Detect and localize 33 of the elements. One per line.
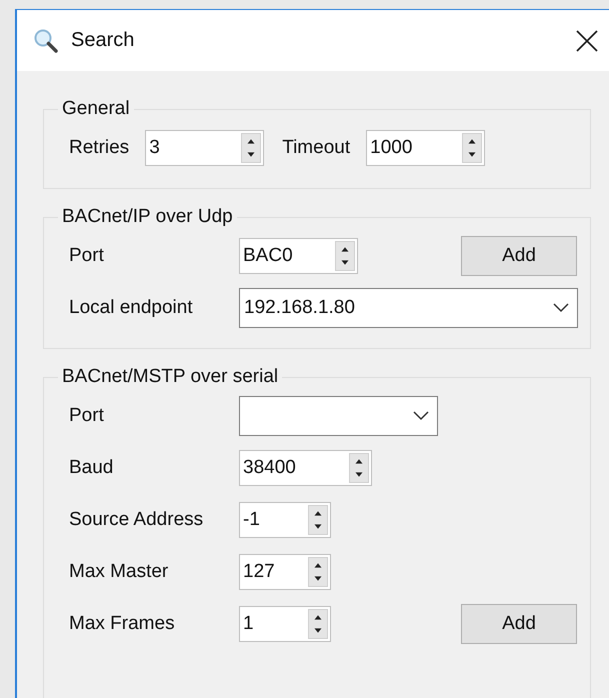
chevron-down-icon xyxy=(413,411,429,421)
field-label: Port xyxy=(69,405,105,427)
spin-arrows-icon[interactable] xyxy=(308,557,328,587)
dropdown[interactable] xyxy=(239,396,438,436)
number-spinner[interactable]: BAC0 xyxy=(239,238,358,274)
number-spinner[interactable]: 3 xyxy=(145,130,264,166)
number-spinner[interactable]: 38400 xyxy=(239,450,372,486)
number-spinner[interactable]: 127 xyxy=(239,554,331,590)
spin-arrows-icon[interactable] xyxy=(462,133,482,163)
field-label: Timeout xyxy=(282,137,350,159)
number-spinner[interactable]: 1000 xyxy=(366,130,486,166)
field-label: Max Master xyxy=(69,561,170,583)
spin-arrows-icon[interactable] xyxy=(335,241,355,271)
group-title: BACnet/IP over Udp xyxy=(58,206,237,228)
add-button[interactable]: Add xyxy=(461,604,577,644)
spin-arrows-icon[interactable] xyxy=(308,505,328,535)
spin-arrows-icon[interactable] xyxy=(349,453,369,483)
number-spinner[interactable]: 1 xyxy=(239,606,331,642)
spin-arrows-icon[interactable] xyxy=(308,609,328,639)
field-label: Local endpoint xyxy=(69,297,194,319)
chevron-down-icon xyxy=(553,303,569,313)
field-label: Port xyxy=(69,245,105,267)
dropdown[interactable]: 192.168.1.80 xyxy=(239,288,578,328)
magnifier-icon xyxy=(33,28,59,54)
add-button[interactable]: Add xyxy=(461,236,577,276)
field-label: Baud xyxy=(69,457,114,479)
number-spinner[interactable]: -1 xyxy=(239,502,331,538)
spin-arrows-icon[interactable] xyxy=(241,133,262,163)
window-title: Search xyxy=(71,29,136,52)
field-label: Max Frames xyxy=(69,613,176,635)
close-icon[interactable] xyxy=(575,28,599,52)
field-label: Source Address xyxy=(69,509,204,531)
field-label: Retries xyxy=(69,137,130,159)
